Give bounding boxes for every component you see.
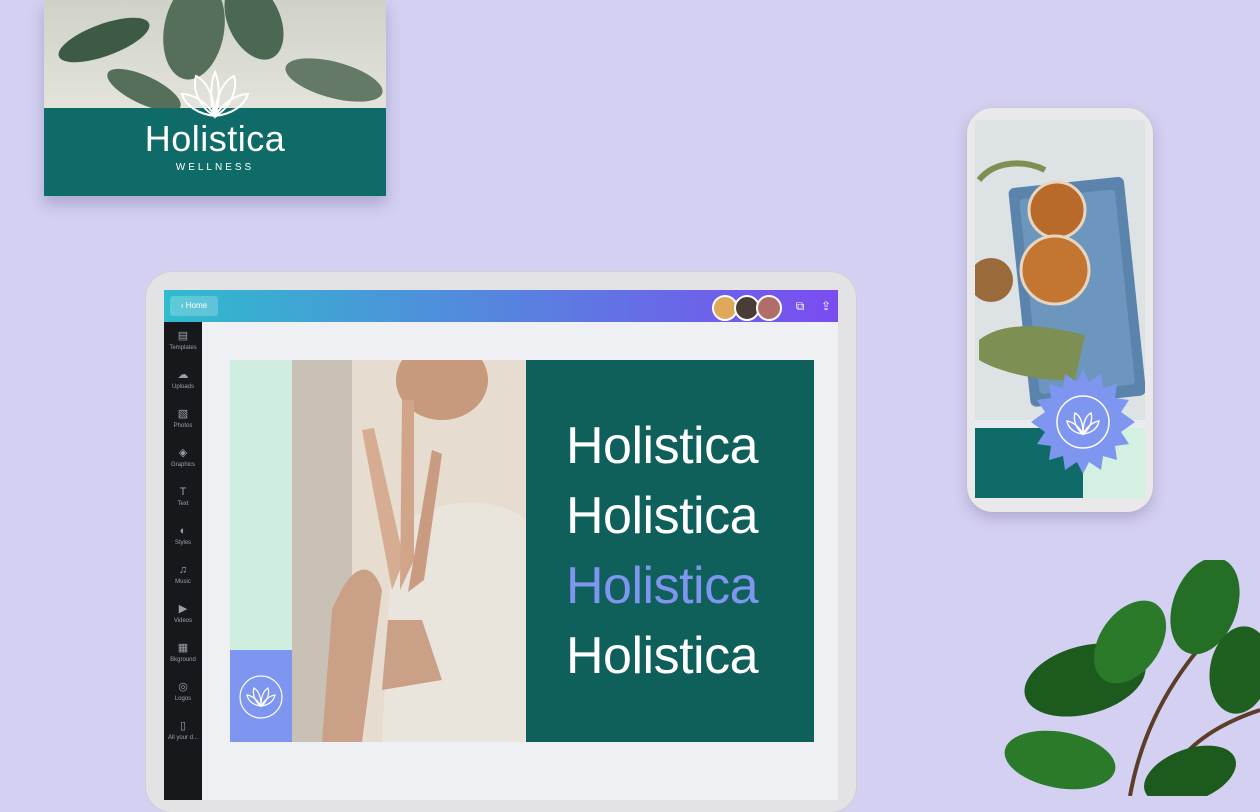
sidebar-item-label: Uploads — [171, 384, 194, 390]
graphics-icon: ◈ — [178, 447, 188, 459]
sidebar-item-videos[interactable]: ▶ Videos — [164, 601, 202, 637]
holistica-word-2[interactable]: Holistica — [566, 486, 759, 546]
sidebar-item-label: Photos — [173, 423, 193, 429]
folder-icon: ▯ — [179, 720, 187, 732]
sidebar-item-label: Logos — [174, 696, 192, 702]
holistica-word-3[interactable]: Holistica — [566, 556, 759, 616]
editor-screen: ‹ Home ⧉ ⇪ ▤ Templates ☁ Uploads ▧ Photos ◈… — [164, 290, 838, 800]
sidebar-item-all-designs[interactable]: ▯ All your d... — [164, 718, 202, 754]
phone-screen — [975, 120, 1145, 498]
lotus-badge-icon — [239, 675, 283, 719]
decorative-leaves-image — [1004, 560, 1260, 796]
templates-icon: ▤ — [177, 330, 189, 342]
styles-icon: ◐ — [179, 525, 187, 537]
sidebar-item-background[interactable]: ▦ Bkground — [164, 640, 202, 676]
sidebar-item-styles[interactable]: ◐ Styles — [164, 523, 202, 559]
editor-sidebar: ▤ Templates ☁ Uploads ▧ Photos ◈ Graphics TT… — [164, 322, 202, 800]
sidebar-item-music[interactable]: ♫ Music — [164, 562, 202, 598]
sidebar-item-label: Text — [177, 501, 189, 507]
sidebar-item-label: Graphics — [170, 462, 195, 468]
text-icon: T — [179, 486, 187, 498]
avatar[interactable] — [756, 295, 782, 321]
sidebar-item-logos[interactable]: ◎ Logos — [164, 679, 202, 715]
meditation-photo — [292, 340, 526, 742]
text-panel: Holistica Holistica Holistica Holistica — [526, 360, 814, 742]
lotus-seal-icon — [1031, 370, 1135, 474]
business-card: Holistica WELLNESS — [44, 0, 386, 196]
home-button-label: Home — [185, 301, 208, 310]
home-button[interactable]: ‹ Home — [170, 296, 218, 316]
sidebar-item-photos[interactable]: ▧ Photos — [164, 406, 202, 442]
background-icon: ▦ — [177, 642, 189, 654]
woman-praying-hands-image — [292, 340, 526, 742]
resize-icon[interactable]: ⧉ — [792, 298, 808, 314]
holistica-word-4[interactable]: Holistica — [566, 626, 759, 686]
sidebar-item-label: Templates — [169, 345, 197, 351]
sidebar-item-graphics[interactable]: ◈ Graphics — [164, 445, 202, 481]
sidebar-item-text[interactable]: T Text — [164, 484, 202, 520]
photos-icon: ▧ — [177, 408, 189, 420]
uploads-icon: ☁ — [177, 369, 189, 381]
music-icon: ♫ — [178, 564, 188, 576]
sidebar-item-templates[interactable]: ▤ Templates — [164, 328, 202, 364]
logos-icon: ◎ — [178, 681, 188, 693]
card-title: Holistica — [144, 118, 286, 159]
sidebar-item-label: Bkground — [170, 657, 196, 663]
sidebar-item-label: Videos — [173, 618, 193, 624]
mint-stripe — [230, 360, 292, 650]
design-canvas[interactable]: Holistica Holistica Holistica Holistica — [230, 340, 814, 742]
holistica-word-1[interactable]: Holistica — [566, 416, 759, 476]
sidebar-item-label: Music — [175, 579, 191, 585]
share-icon[interactable]: ⇪ — [818, 298, 834, 314]
lotus-logo-icon — [180, 69, 250, 119]
videos-icon: ▶ — [178, 603, 188, 615]
sidebar-item-label: All your d... — [167, 735, 198, 741]
lavender-block — [230, 650, 292, 742]
sidebar-item-label: Styles — [174, 540, 192, 546]
sidebar-item-uploads[interactable]: ☁ Uploads — [164, 367, 202, 403]
editor-topbar: ‹ Home ⧉ ⇪ — [164, 290, 838, 322]
card-subtitle: WELLNESS — [175, 162, 255, 173]
